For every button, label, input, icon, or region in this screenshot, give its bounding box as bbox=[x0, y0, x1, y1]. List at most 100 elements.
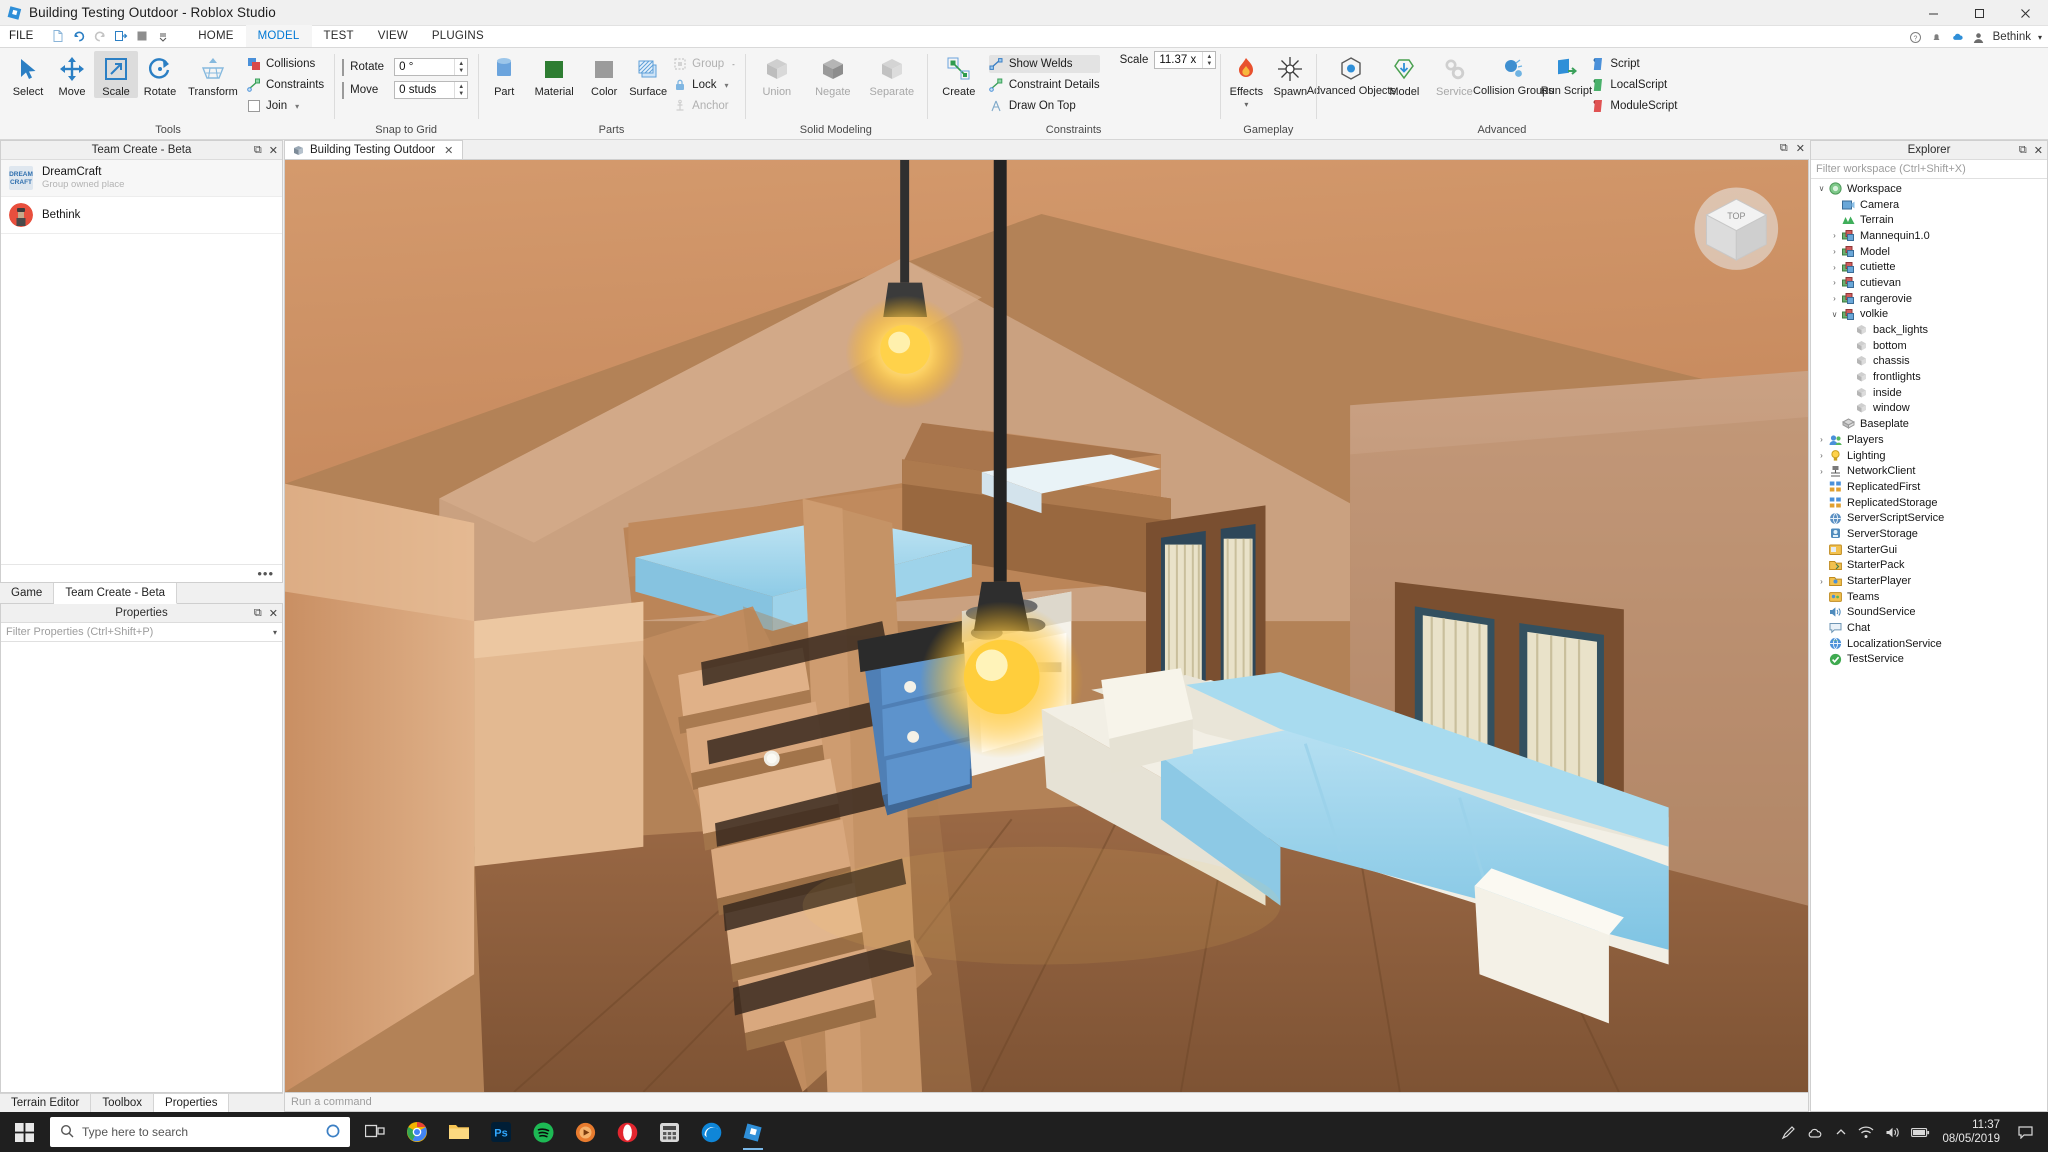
effects-button[interactable]: Effects ▾ bbox=[1224, 51, 1268, 109]
explorer-tree[interactable]: ∨ Workspace Camera Terrain › Mannequin1.0 › Mod… bbox=[1811, 179, 2047, 1111]
tool-transform-button[interactable]: Transform bbox=[182, 51, 244, 98]
modulescript-item[interactable]: ModuleScript bbox=[1590, 97, 1677, 115]
material-button[interactable]: Material bbox=[526, 51, 582, 98]
chevron-right-icon[interactable]: › bbox=[1828, 247, 1841, 256]
undo-icon[interactable] bbox=[69, 27, 88, 46]
constraint-details-toggle[interactable]: Constraint Details bbox=[989, 76, 1100, 94]
explorer-node[interactable]: Terrain bbox=[1811, 212, 2047, 228]
explorer-node[interactable]: Camera bbox=[1811, 197, 2047, 213]
viewport-tab-close-icon[interactable]: ✕ bbox=[444, 144, 453, 157]
model-import-button[interactable]: Model bbox=[1382, 51, 1426, 98]
snap-move-stepper[interactable]: ▲ ▼ bbox=[454, 82, 467, 98]
properties-pin-icon[interactable]: ⧉ bbox=[254, 607, 262, 620]
tool-select-button[interactable]: Select bbox=[6, 51, 50, 98]
help-icon[interactable]: ? bbox=[1909, 30, 1923, 44]
tab-plugins[interactable]: PLUGINS bbox=[420, 25, 496, 47]
tab-view[interactable]: VIEW bbox=[366, 25, 420, 47]
chevron-down-icon[interactable]: ∨ bbox=[1815, 184, 1828, 193]
viewport-pin-icon[interactable]: ⧉ bbox=[1780, 142, 1788, 155]
separate-button[interactable]: Separate bbox=[861, 51, 923, 98]
viewport-close-icon[interactable]: ✕ bbox=[1796, 142, 1805, 155]
snap-rotate-stepper[interactable]: ▲ ▼ bbox=[454, 59, 467, 75]
tab-model[interactable]: MODEL bbox=[245, 25, 312, 47]
join-toggle[interactable]: Join ▾ bbox=[246, 97, 324, 115]
explorer-node[interactable]: › Model bbox=[1811, 244, 2047, 260]
create-constraint-button[interactable]: Create bbox=[931, 51, 987, 98]
calculator-icon[interactable] bbox=[650, 1112, 688, 1152]
union-button[interactable]: Union bbox=[749, 51, 805, 98]
explorer-node[interactable]: TestService bbox=[1811, 652, 2047, 668]
search-input[interactable]: Type here to search bbox=[50, 1117, 350, 1147]
color-button[interactable]: Color bbox=[582, 51, 626, 98]
team-create-close-icon[interactable]: ✕ bbox=[269, 144, 278, 157]
collisions-toggle[interactable]: Collisions bbox=[246, 55, 324, 73]
effects-caret-icon[interactable]: ▾ bbox=[1244, 100, 1248, 109]
wifi-icon[interactable] bbox=[1858, 1125, 1874, 1139]
command-bar[interactable]: Run a command bbox=[284, 1093, 1809, 1112]
draw-on-top-toggle[interactable]: Draw On Top bbox=[989, 97, 1100, 115]
publish-icon[interactable] bbox=[111, 27, 130, 46]
scale-stepper[interactable]: ▲ ▼ bbox=[1202, 52, 1215, 68]
chevron-down-icon[interactable]: ∨ bbox=[1828, 310, 1841, 319]
chrome-icon[interactable] bbox=[398, 1112, 436, 1152]
snap-move-checkbox[interactable] bbox=[342, 81, 345, 99]
roblox-studio-icon[interactable] bbox=[734, 1112, 772, 1152]
tool-rotate-button[interactable]: Rotate bbox=[138, 51, 182, 98]
group-button[interactable]: Group - bbox=[672, 55, 735, 73]
explorer-node[interactable]: Baseplate bbox=[1811, 416, 2047, 432]
chevron-up-icon[interactable] bbox=[1835, 1126, 1847, 1138]
explorer-node[interactable]: StarterPack bbox=[1811, 558, 2047, 574]
onedrive-icon[interactable] bbox=[1807, 1126, 1824, 1139]
part-button[interactable]: Part bbox=[482, 51, 526, 98]
team-create-pin-icon[interactable]: ⧉ bbox=[254, 144, 262, 157]
explorer-node[interactable]: ∨ Workspace bbox=[1811, 181, 2047, 197]
explorer-node[interactable]: › Players bbox=[1811, 432, 2047, 448]
chevron-right-icon[interactable]: › bbox=[1815, 467, 1828, 476]
chevron-right-icon[interactable]: › bbox=[1828, 263, 1841, 272]
explorer-node[interactable]: window bbox=[1811, 401, 2047, 417]
properties-close-icon[interactable]: ✕ bbox=[269, 607, 278, 620]
battery-icon[interactable] bbox=[1911, 1127, 1930, 1138]
localscript-item[interactable]: LocalScript bbox=[1590, 76, 1677, 94]
chevron-right-icon[interactable]: › bbox=[1828, 278, 1841, 287]
explorer-node[interactable]: › cutievan bbox=[1811, 275, 2047, 291]
spotify-icon[interactable] bbox=[524, 1112, 562, 1152]
explorer-node[interactable]: ∨ volkie bbox=[1811, 307, 2047, 323]
negate-button[interactable]: Negate bbox=[805, 51, 861, 98]
3d-viewport[interactable]: TOP bbox=[284, 159, 1809, 1093]
show-welds-toggle[interactable]: Show Welds bbox=[988, 55, 1100, 73]
explorer-node[interactable]: › rangerovie bbox=[1811, 291, 2047, 307]
properties-filter-input[interactable]: Filter Properties (Ctrl+Shift+P) ▾ bbox=[1, 623, 282, 642]
chevron-right-icon[interactable]: › bbox=[1815, 451, 1828, 460]
pen-icon[interactable] bbox=[1781, 1125, 1796, 1140]
chevron-right-icon[interactable]: › bbox=[1828, 231, 1841, 240]
explorer-node[interactable]: back_lights bbox=[1811, 322, 2047, 338]
team-member-row[interactable]: DREAM CRAFT DreamCraft Group owned place bbox=[1, 160, 282, 197]
chevron-right-icon[interactable]: › bbox=[1815, 577, 1828, 586]
group-caret-icon[interactable]: - bbox=[732, 60, 735, 69]
volume-icon[interactable] bbox=[1885, 1126, 1900, 1139]
explorer-node[interactable]: LocalizationService bbox=[1811, 636, 2047, 652]
chevron-right-icon[interactable]: › bbox=[1828, 294, 1841, 303]
explorer-close-icon[interactable]: ✕ bbox=[2034, 144, 2043, 157]
run-script-button[interactable]: Run Script bbox=[1541, 51, 1592, 97]
advanced-objects-button[interactable]: Advanced Objects bbox=[1307, 51, 1396, 97]
properties-filter-caret-icon[interactable]: ▾ bbox=[273, 628, 277, 637]
explorer-node[interactable]: Chat bbox=[1811, 620, 2047, 636]
anchor-button[interactable]: Anchor bbox=[672, 97, 735, 115]
explorer-node[interactable]: › cutiette bbox=[1811, 259, 2047, 275]
explorer-node[interactable]: ReplicatedStorage bbox=[1811, 495, 2047, 511]
tab-terrain-editor[interactable]: Terrain Editor bbox=[0, 1094, 92, 1112]
opera-icon[interactable] bbox=[608, 1112, 646, 1152]
tool-scale-button[interactable]: Scale bbox=[94, 51, 138, 98]
tab-home[interactable]: HOME bbox=[186, 25, 245, 47]
explorer-node[interactable]: › Mannequin1.0 bbox=[1811, 228, 2047, 244]
account-caret-icon[interactable]: ▾ bbox=[2038, 33, 2042, 42]
team-member-row[interactable]: Bethink bbox=[1, 197, 282, 234]
tab-properties[interactable]: Properties bbox=[154, 1094, 230, 1112]
explorer-node[interactable]: frontlights bbox=[1811, 369, 2047, 385]
task-view-icon[interactable] bbox=[356, 1112, 394, 1152]
minimize-button[interactable] bbox=[1910, 0, 1956, 26]
close-button[interactable] bbox=[2002, 0, 2048, 26]
explorer-node[interactable]: inside bbox=[1811, 385, 2047, 401]
